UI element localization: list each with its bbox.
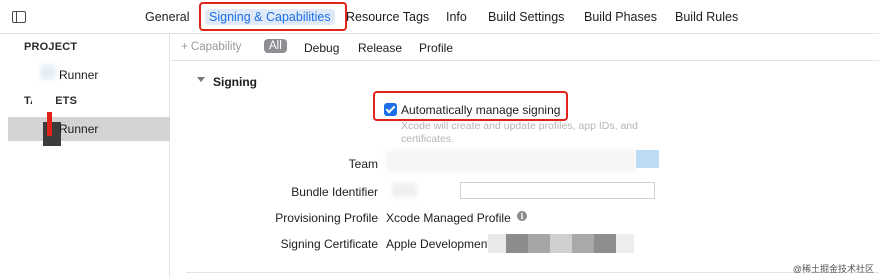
project-header: PROJECT — [24, 41, 78, 53]
helper-text: Xcode will create and update profiles, a… — [401, 120, 638, 145]
annotation-box-tab — [199, 2, 347, 31]
watermark: @稀土掘金技术社区 — [792, 264, 874, 274]
tab-build-settings[interactable]: Build Settings — [488, 10, 564, 24]
project-navigator: PROJECT Runner TARGETS Runner — [0, 34, 170, 277]
redact-block — [506, 234, 528, 253]
annotation-box-checkbox — [373, 91, 568, 121]
filter-all[interactable]: All — [264, 39, 287, 53]
provisioning-profile-value: Xcode Managed Profile — [386, 211, 511, 225]
tab-resource-tags[interactable]: Resource Tags — [346, 10, 429, 24]
team-label: Team — [348, 157, 378, 171]
bundle-identifier-field[interactable] — [460, 182, 655, 199]
team-value-redacted[interactable] — [386, 150, 636, 172]
section-title: Signing — [213, 75, 257, 89]
redact-block — [594, 234, 616, 253]
tab-info[interactable]: Info — [446, 10, 467, 24]
editor-tab-bar: General Signing & Capabilities Resource … — [0, 0, 879, 34]
team-value-marker — [636, 150, 659, 168]
signing-certificate-value: Apple Development — [386, 237, 491, 251]
redaction-mask — [32, 88, 56, 110]
info-icon[interactable]: i — [517, 211, 527, 221]
redact-block — [572, 234, 594, 253]
filter-profile[interactable]: Profile — [419, 41, 453, 55]
filter-release[interactable]: Release — [358, 41, 402, 55]
section-divider — [186, 272, 879, 273]
add-capability-button[interactable]: + Capability — [181, 41, 241, 53]
project-item-runner[interactable]: Runner — [59, 68, 98, 82]
redact-block — [488, 234, 506, 253]
tab-build-phases[interactable]: Build Phases — [584, 10, 657, 24]
capability-filter-bar: + Capability All Debug Release Profile — [171, 34, 879, 61]
bundle-id-label: Bundle Identifier — [291, 185, 378, 199]
target-item-runner[interactable]: Runner — [59, 122, 98, 136]
redact-block — [550, 234, 572, 253]
redact-block — [528, 234, 550, 253]
signing-certificate-label: Signing Certificate — [280, 237, 378, 251]
annotation-marker — [47, 112, 52, 136]
redact-block — [616, 234, 634, 253]
sidebar-toggle-icon[interactable] — [12, 11, 26, 23]
bundle-id-redacted — [392, 183, 417, 197]
provisioning-profile-label: Provisioning Profile — [275, 211, 378, 225]
filter-debug[interactable]: Debug — [304, 41, 339, 55]
tab-general[interactable]: General — [145, 10, 189, 24]
tab-build-rules[interactable]: Build Rules — [675, 10, 738, 24]
disclosure-triangle-icon[interactable] — [197, 77, 205, 82]
project-icon — [40, 64, 56, 80]
